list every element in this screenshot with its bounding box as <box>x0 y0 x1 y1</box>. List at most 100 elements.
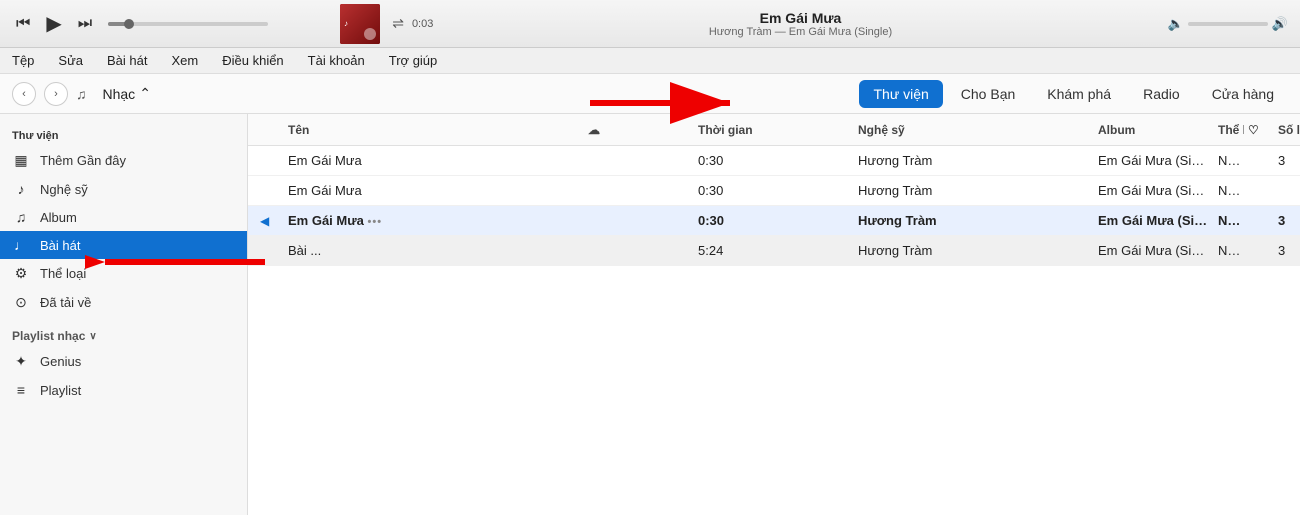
sidebar-item-label: Thể loại <box>40 266 86 281</box>
song-meta: Hương Tràm — Em Gái Mưa (Single) <box>445 26 1155 38</box>
sidebar-item-label: Đã tải về <box>40 295 91 310</box>
sidebar-item-playlist[interactable]: ≡ Playlist <box>0 376 247 404</box>
volume-area: 🔈 🔊 <box>1168 16 1288 32</box>
track-artist: Hương Tràm <box>854 183 1094 198</box>
time-display: 0:03 <box>412 18 433 30</box>
playing-indicator: ◀ <box>256 214 284 228</box>
sidebar-item-label: Album <box>40 210 77 225</box>
track-genre: Nhạc Trẻ <box>1214 213 1244 228</box>
nav-tabs: Thư viện Cho Bạn Khám phá Radio Cửa hàng <box>859 80 1288 108</box>
track-album: Em Gái Mưa (Single) <box>1094 183 1214 198</box>
track-time: 0:30 <box>694 183 854 198</box>
calendar-icon: ▦ <box>12 152 30 169</box>
menu-dieukien[interactable]: Điều khiển <box>218 51 287 70</box>
shuffle-icon[interactable]: ⇌ <box>392 15 404 32</box>
track-album: Em Gái Mưa (Single) <box>1094 213 1214 228</box>
chevron-down-icon: ⌃ <box>139 85 151 102</box>
menu-baihat[interactable]: Bài hát <box>103 51 151 70</box>
header-artist[interactable]: Nghệ sỹ <box>854 123 1094 137</box>
sidebar-item-label: Nghệ sỹ <box>40 182 88 197</box>
header-name[interactable]: Tên <box>284 123 584 137</box>
header-genre[interactable]: Thể loại <box>1214 123 1244 137</box>
nav-back-button[interactable]: ‹ <box>12 82 36 106</box>
table-row[interactable]: Em Gái Mưa 0:30 Hương Tràm Em Gái Mưa (S… <box>248 176 1300 206</box>
track-name: Em Gái Mưa <box>284 153 584 168</box>
sidebar-item-label: Playlist <box>40 383 81 398</box>
song-icon: ♩ <box>12 237 30 253</box>
track-artist: Hương Tràm <box>854 243 1094 258</box>
table-row[interactable]: Bài ... 5:24 Hương Tràm Em Gái Mưa (Sing… <box>248 236 1300 266</box>
tab-cua-hang[interactable]: Cửa hàng <box>1198 80 1288 108</box>
rewind-button[interactable]: ⏮ <box>12 13 34 35</box>
sidebar-item-label: Bài hát <box>40 238 80 253</box>
header-plays[interactable]: Số lần phát <box>1274 123 1300 137</box>
menu-xem[interactable]: Xem <box>168 51 203 70</box>
track-time: 5:24 <box>694 243 854 258</box>
volume-low-icon: 🔈 <box>1168 16 1184 32</box>
header-cloud: ☁ <box>584 123 644 137</box>
volume-bar[interactable] <box>1188 22 1268 26</box>
tab-radio[interactable]: Radio <box>1129 80 1194 108</box>
progress-thumb <box>124 19 134 29</box>
track-plays: 3 <box>1274 213 1300 228</box>
menu-bar: Tệp Sửa Bài hát Xem Điều khiển Tài khoản… <box>0 48 1300 74</box>
artist-icon: ♪ <box>12 181 30 197</box>
sidebar: Thư viện ▦ Thêm Gần đây ♪ Nghệ sỹ ♫ Albu… <box>0 114 248 515</box>
nav-music-label: Nhạc <box>103 86 136 102</box>
sidebar-item-nghe-sy[interactable]: ♪ Nghệ sỹ <box>0 175 247 203</box>
tab-thu-vien[interactable]: Thư viện <box>859 80 942 108</box>
track-album: Em Gái Mưa (Single) <box>1094 153 1214 168</box>
nav-forward-button[interactable]: › <box>44 82 68 106</box>
track-list: Tên ☁ Thời gian Nghệ sỹ Album Thể loại ♡… <box>248 114 1300 515</box>
track-list-header: Tên ☁ Thời gian Nghệ sỹ Album Thể loại ♡… <box>248 114 1300 146</box>
track-time: 0:30 <box>694 153 854 168</box>
player-controls: ⏮ ▶ ⏭ <box>12 9 96 38</box>
table-row[interactable]: Em Gái Mưa 0:30 Hương Tràm Em Gái Mưa (S… <box>248 146 1300 176</box>
track-name: Bài ... <box>284 243 584 258</box>
playlist-icon: ≡ <box>12 382 30 398</box>
volume-high-icon: 🔊 <box>1272 16 1288 32</box>
track-artist: Hương Tràm <box>854 153 1094 168</box>
track-genre: Nhạc Trẻ <box>1214 153 1244 168</box>
sidebar-item-album[interactable]: ♫ Album <box>0 203 247 231</box>
menu-taikhoan[interactable]: Tài khoản <box>304 51 369 70</box>
song-info: Em Gái Mưa Hương Tràm — Em Gái Mưa (Sing… <box>445 10 1155 38</box>
nav-music-dropdown[interactable]: Nhạc ⌃ <box>95 81 159 106</box>
menu-trogup[interactable]: Trợ giúp <box>385 51 442 70</box>
main-content: Thư viện ▦ Thêm Gần đây ♪ Nghệ sỹ ♫ Albu… <box>0 114 1300 515</box>
track-plays: 3 <box>1274 153 1300 168</box>
header-time[interactable]: Thời gian <box>694 123 854 137</box>
song-title: Em Gái Mưa <box>445 10 1155 26</box>
tab-kham-pha[interactable]: Khám phá <box>1033 80 1125 108</box>
sidebar-item-da-tai-ve[interactable]: ⊙ Đã tải về <box>0 288 247 317</box>
table-row[interactable]: ◀ Em Gái Mưa ••• 0:30 Hương Tràm Em Gái … <box>248 206 1300 236</box>
player-bar: ⏮ ▶ ⏭ ♪ <box>0 0 1300 48</box>
track-genre: Nhạc Trẻ <box>1214 183 1244 198</box>
sidebar-item-label: Genius <box>40 354 81 369</box>
music-note-icon: ♫ <box>76 86 87 102</box>
track-album: Em Gái Mưa (Single) <box>1094 243 1214 258</box>
play-button[interactable]: ▶ <box>42 9 65 38</box>
menu-tep[interactable]: Tệp <box>8 51 38 70</box>
track-name: Em Gái Mưa <box>284 183 584 198</box>
album-art-area: ♪ ⇌ 0:03 <box>340 4 433 44</box>
more-options-dots[interactable]: ••• <box>368 216 383 228</box>
header-album[interactable]: Album <box>1094 123 1214 137</box>
track-name: Em Gái Mưa ••• <box>284 213 584 228</box>
sidebar-item-them-gan-day[interactable]: ▦ Thêm Gần đây <box>0 146 247 175</box>
nav-bar: ‹ › ♫ Nhạc ⌃ Thư viện Cho Bạn Khám phá R… <box>0 74 1300 114</box>
sidebar-item-bai-hat[interactable]: ♩ Bài hát <box>0 231 247 259</box>
track-artist: Hương Tràm <box>854 213 1094 228</box>
svg-text:♪: ♪ <box>344 19 348 28</box>
forward-button[interactable]: ⏭ <box>74 13 96 35</box>
track-genre: Nhạc Trẻ <box>1214 243 1244 258</box>
track-plays: 3 <box>1274 243 1300 258</box>
sidebar-item-the-loai[interactable]: ⚙ Thể loại <box>0 259 247 288</box>
track-time: 0:30 <box>694 213 854 228</box>
menu-sua[interactable]: Sửa <box>54 51 87 70</box>
sidebar-item-genius[interactable]: ✦ Genius <box>0 347 247 376</box>
tab-cho-ban[interactable]: Cho Bạn <box>947 80 1029 108</box>
download-icon: ⊙ <box>12 294 30 311</box>
progress-track[interactable] <box>108 22 268 26</box>
chevron-down-icon: ∨ <box>89 331 96 342</box>
